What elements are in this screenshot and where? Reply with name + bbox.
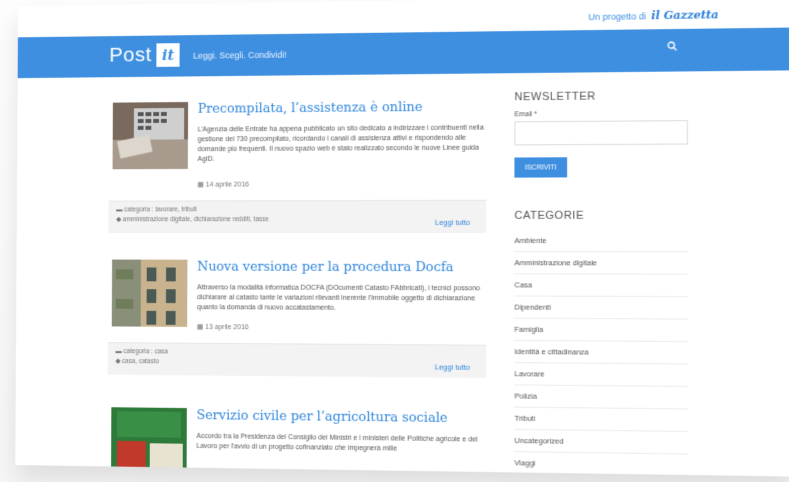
category-links[interactable]: categoria : lavorare, tributi [124, 206, 197, 213]
sidebar: NEWSLETTER Email * ISCRIVITI CATEGORIE A… [514, 90, 694, 477]
search-icon[interactable] [667, 41, 677, 54]
project-tagline: Un progetto di il Gazzetta [588, 8, 718, 23]
read-more-link[interactable]: Leggi tutto [435, 362, 470, 371]
post-thumbnail[interactable] [111, 407, 187, 476]
post-date: ▦ 13 aprile 2016 [197, 323, 249, 331]
category-item[interactable]: Identità e cittadinanza [514, 340, 689, 365]
site-header: Post it Leggi. Scegli. Condividi! [17, 27, 789, 79]
background: Un progetto di il Gazzetta Post it Leggi… [0, 0, 789, 482]
post-tags: ◆ casa, catasto [115, 357, 486, 370]
post-card: Nuova versione per la procedura Docfa At… [107, 252, 489, 404]
category-item[interactable]: Famiglia [514, 318, 689, 343]
post-thumbnail[interactable] [111, 259, 188, 327]
category-list: Ambiente Amministrazione digitale Casa D… [514, 229, 694, 477]
category-item[interactable]: Uncategorized [514, 429, 689, 455]
site-slogan: Leggi. Scegli. Condividi! [193, 49, 287, 61]
read-more-link[interactable]: Leggi tutto [435, 218, 470, 227]
post-excerpt: Accordo tra la Presidenza del Consiglio … [196, 432, 478, 453]
category-item[interactable]: Dipendenti [514, 296, 689, 320]
post-card: Precompilata, l’assistenza è online L’Ag… [108, 91, 488, 252]
post-excerpt: L’Agenzia delle Entrate ha appena pubbli… [197, 124, 484, 163]
post-date-text: 14 aprile 2016 [205, 181, 250, 189]
publisher-logo[interactable]: il Gazzetta [651, 8, 718, 22]
category-item[interactable]: Ambiente [514, 229, 689, 253]
category-item[interactable]: Tributi [514, 407, 689, 432]
post-excerpt: Attraverso la modalità informatica DOCFA… [196, 284, 481, 312]
tagline-text: Un progetto di [588, 10, 647, 22]
post-title[interactable]: Precompilata, l’assistenza è online [198, 100, 423, 117]
post-title[interactable]: Nuova versione per la procedura Docfa [197, 260, 453, 275]
logo-text: Post [109, 43, 152, 67]
tag-links[interactable]: amministrazione digitale, dichiarazione … [123, 216, 269, 223]
post-title[interactable]: Servizio civile per l’agricoltura social… [197, 408, 448, 426]
post-thumbnail[interactable] [112, 101, 189, 170]
post-card: Servizio civile per l’agricoltura social… [107, 399, 488, 476]
post-meta: ▬ categoria : lavorare, tributi ◆ ammini… [108, 199, 487, 234]
logo-mark: it [156, 43, 180, 67]
post-date: ▦ 14 aprile 2016 [197, 181, 249, 189]
tag-links[interactable]: casa, catasto [122, 358, 159, 365]
post-category: ▬ categoria : lavorare, tributi [116, 205, 486, 216]
category-item[interactable]: Casa [514, 274, 689, 298]
category-item[interactable]: Amministrazione digitale [514, 252, 689, 275]
calendar-icon: ▦ [197, 181, 204, 189]
post-tags: ◆ amministrazione digitale, dichiarazion… [116, 215, 486, 225]
categories-title: CATEGORIE [514, 209, 584, 222]
email-label: Email * [514, 111, 537, 119]
calendar-icon: ▦ [196, 323, 204, 331]
category-item[interactable]: Lavorare [514, 363, 689, 387]
category-item[interactable]: Viaggi [514, 452, 689, 477]
category-item[interactable]: Polizia [514, 385, 689, 410]
site-logo[interactable]: Post it [109, 43, 180, 67]
email-field[interactable] [514, 120, 688, 146]
newsletter-title: NEWSLETTER [514, 90, 596, 104]
post-meta: ▬ categoria : casa ◆ casa, catasto Leggi… [107, 342, 487, 379]
post-list: Precompilata, l’assistenza è online L’Ag… [107, 91, 488, 476]
post-date-text: 13 aprile 2016 [205, 324, 249, 332]
browser-screenshot: Un progetto di il Gazzetta Post it Leggi… [15, 0, 789, 477]
subscribe-button[interactable]: ISCRIVITI [514, 157, 568, 178]
category-links[interactable]: categoria : casa [123, 348, 167, 355]
